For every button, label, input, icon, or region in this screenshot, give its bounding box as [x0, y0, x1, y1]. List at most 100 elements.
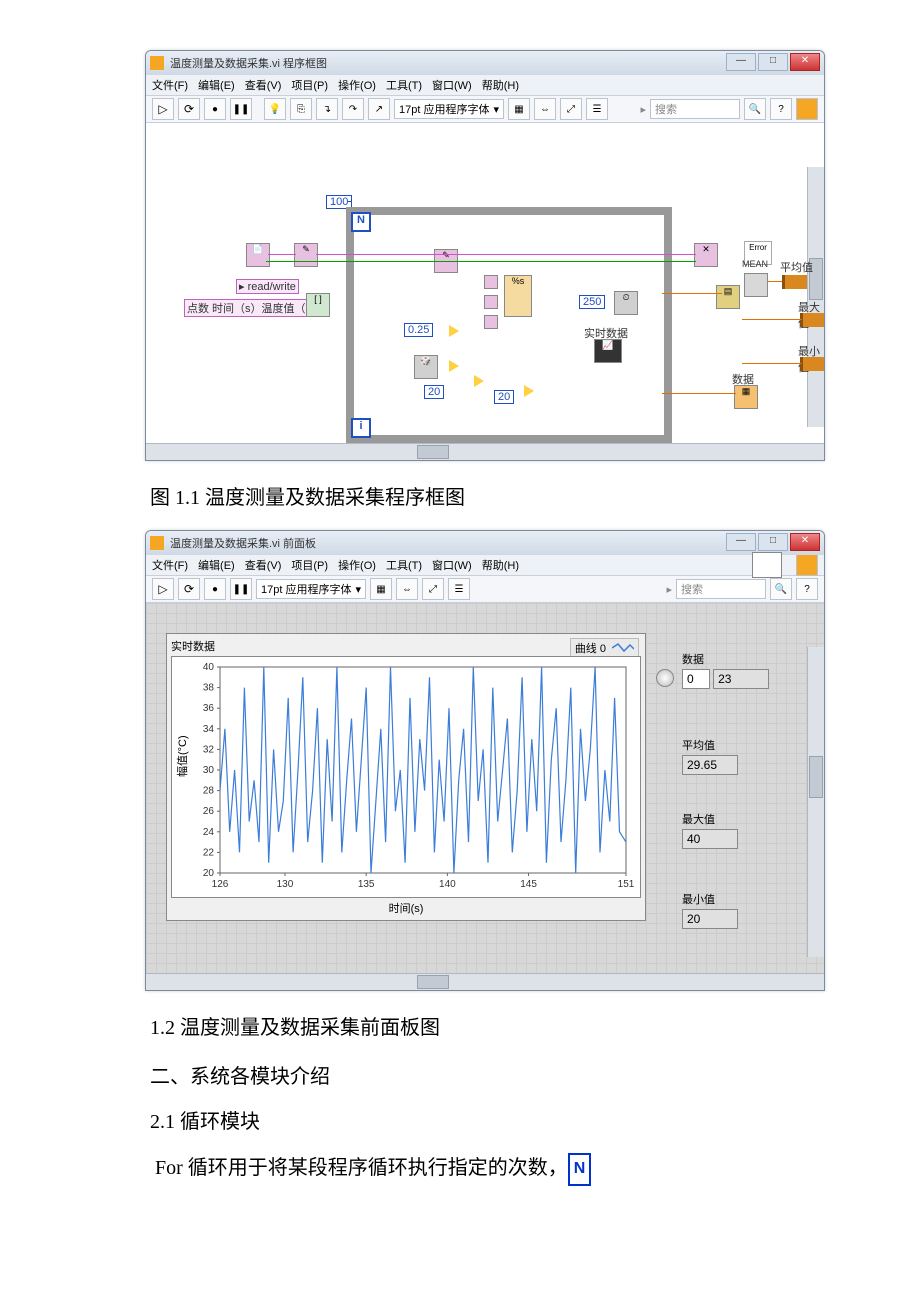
font-selector[interactable]: 17pt 应用程序字体▾ — [256, 579, 366, 599]
svg-text:36: 36 — [203, 703, 215, 714]
max-indicator[interactable] — [800, 313, 824, 327]
close-button[interactable]: ✕ — [790, 53, 820, 71]
distribute-button[interactable]: ⇔ — [534, 98, 556, 120]
minimize-button[interactable]: — — [726, 533, 756, 551]
svg-text:140: 140 — [439, 879, 456, 890]
multiply-node-2[interactable] — [449, 360, 459, 372]
resize-button[interactable]: ⤢ — [560, 98, 582, 120]
min-indicator[interactable] — [800, 357, 824, 371]
distribute-button[interactable]: ⇔ — [396, 578, 418, 600]
svg-text:135: 135 — [358, 879, 375, 890]
file-close-node[interactable]: ✕ — [694, 243, 718, 267]
menu-file[interactable]: 文件(F) — [152, 557, 188, 573]
chart-legend[interactable]: 曲线 0 — [570, 638, 639, 658]
pause-button[interactable]: ❚❚ — [230, 578, 252, 600]
build-array-node[interactable]: ▤ — [716, 285, 740, 309]
svg-text:34: 34 — [203, 724, 215, 735]
menu-view[interactable]: 查看(V) — [245, 557, 282, 573]
format-string-node[interactable]: %s — [504, 275, 532, 317]
front-panel-canvas[interactable]: www.bdocx.com 实时数据 曲线 0 2022242628303234… — [146, 603, 824, 973]
window-title-2: 温度测量及数据采集.vi 前面板 — [170, 535, 316, 551]
search-input[interactable]: 搜索 — [676, 579, 766, 599]
horizontal-scrollbar[interactable] — [146, 443, 824, 460]
const-250[interactable]: 250 — [579, 295, 605, 309]
mean-text: MEAN — [742, 259, 768, 269]
minimize-button[interactable]: — — [726, 53, 756, 71]
mean-node[interactable] — [744, 273, 768, 297]
reorder-button[interactable]: ☰ — [448, 578, 470, 600]
n-terminal-icon: N — [568, 1153, 592, 1186]
close-button[interactable]: ✕ — [790, 533, 820, 551]
add-node-2[interactable] — [524, 385, 534, 397]
string-const-3[interactable] — [484, 315, 498, 329]
run-button[interactable]: ▷ — [152, 578, 174, 600]
data-value[interactable]: 23 — [713, 669, 769, 689]
chart-terminal[interactable]: 📈 — [594, 339, 622, 363]
vertical-scrollbar[interactable] — [807, 167, 824, 427]
search-icon[interactable]: 🔍 — [744, 98, 766, 120]
string-const-1[interactable] — [484, 275, 498, 289]
menu-project[interactable]: 项目(P) — [291, 77, 328, 93]
const-20a[interactable]: 20 — [424, 385, 444, 399]
menu-operate[interactable]: 操作(O) — [338, 77, 376, 93]
menu-edit[interactable]: 编辑(E) — [198, 557, 235, 573]
menu-help[interactable]: 帮助(H) — [482, 557, 519, 573]
wait-node[interactable]: ⏲ — [614, 291, 638, 315]
connector-pane-icon[interactable] — [752, 552, 782, 578]
menu-edit[interactable]: 编辑(E) — [198, 77, 235, 93]
menu-project[interactable]: 项目(P) — [291, 557, 328, 573]
align-button[interactable]: ▦ — [508, 98, 530, 120]
search-icon[interactable]: 🔍 — [770, 578, 792, 600]
array-const-node[interactable]: [ ] — [306, 293, 330, 317]
front-panel-screenshot: 温度测量及数据采集.vi 前面板 — □ ✕ 文件(F) 编辑(E) 查看(V)… — [145, 530, 825, 991]
menu-file[interactable]: 文件(F) — [152, 77, 188, 93]
run-button[interactable]: ▷ — [152, 98, 174, 120]
avg-indicator[interactable] — [782, 275, 807, 289]
menu-tools[interactable]: 工具(T) — [386, 557, 422, 573]
const-20b[interactable]: 20 — [494, 390, 514, 404]
const-025[interactable]: 0.25 — [404, 323, 433, 337]
search-input[interactable]: 搜索 — [650, 99, 740, 119]
data-array-indicator[interactable]: ▦ — [734, 385, 758, 409]
vertical-scrollbar[interactable] — [807, 647, 824, 957]
step-over-button[interactable]: ↷ — [342, 98, 364, 120]
file-write-node[interactable]: ✎ — [294, 243, 318, 267]
help-icon[interactable]: ? — [796, 578, 818, 600]
run-continuous-button[interactable]: ⟳ — [178, 98, 200, 120]
maximize-button[interactable]: □ — [758, 533, 788, 551]
pause-button[interactable]: ❚❚ — [230, 98, 252, 120]
menu-operate[interactable]: 操作(O) — [338, 557, 376, 573]
retain-button[interactable]: ⎘ — [290, 98, 312, 120]
run-continuous-button[interactable]: ⟳ — [178, 578, 200, 600]
help-icon[interactable]: ? — [770, 98, 792, 120]
step-into-button[interactable]: ↴ — [316, 98, 338, 120]
random-node[interactable]: 🎲 — [414, 355, 438, 379]
file-open-node[interactable]: 📄 — [246, 243, 270, 267]
horizontal-scrollbar[interactable] — [146, 973, 824, 990]
avg-field: 平均值 29.65 — [682, 737, 738, 775]
data-index-value[interactable]: 0 — [682, 669, 710, 689]
align-button[interactable]: ▦ — [370, 578, 392, 600]
svg-text:26: 26 — [203, 806, 215, 817]
maximize-button[interactable]: □ — [758, 53, 788, 71]
block-diagram-canvas[interactable]: 📄 ✎ ▸ read/write 点数 时间（s）温度值（°c） [ ] 100… — [146, 123, 824, 443]
add-node[interactable] — [474, 375, 484, 387]
string-const-2[interactable] — [484, 295, 498, 309]
resize-button[interactable]: ⤢ — [422, 578, 444, 600]
highlight-button[interactable]: 💡 — [264, 98, 286, 120]
font-selector[interactable]: 17pt 应用程序字体▾ — [394, 99, 504, 119]
step-out-button[interactable]: ↗ — [368, 98, 390, 120]
waveform-chart[interactable]: 实时数据 曲线 0 202224262830323436384012613013… — [166, 633, 646, 921]
menu-tools[interactable]: 工具(T) — [386, 77, 422, 93]
min-field: 最小值 20 — [682, 891, 738, 929]
abort-button[interactable]: ● — [204, 578, 226, 600]
abort-button[interactable]: ● — [204, 98, 226, 120]
reorder-button[interactable]: ☰ — [586, 98, 608, 120]
array-index-spinner[interactable] — [656, 669, 674, 687]
menu-window[interactable]: 窗口(W) — [432, 77, 472, 93]
multiply-node[interactable] — [449, 325, 459, 337]
menu-help[interactable]: 帮助(H) — [482, 77, 519, 93]
for-loop[interactable]: N i ✎ %s 0.25 🎲 20 20 250 ⏲ — [346, 207, 672, 443]
menu-view[interactable]: 查看(V) — [245, 77, 282, 93]
menu-window[interactable]: 窗口(W) — [432, 557, 472, 573]
